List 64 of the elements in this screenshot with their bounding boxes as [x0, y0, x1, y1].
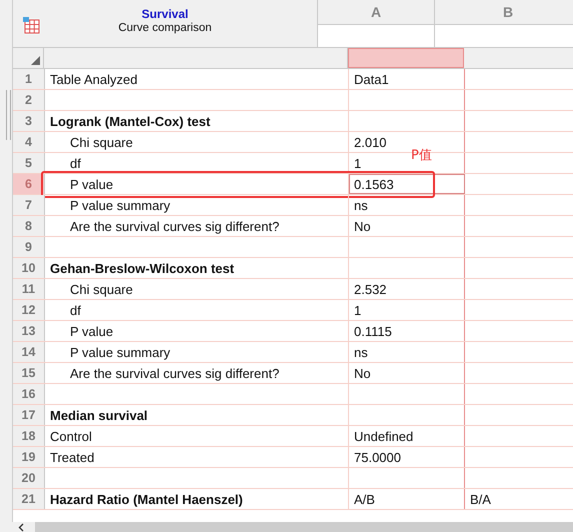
- row-number[interactable]: 2: [13, 90, 45, 110]
- table-cell: No: [354, 218, 371, 234]
- row-number[interactable]: 15: [13, 363, 45, 383]
- row-label: Are the survival curves sig different?: [70, 366, 280, 380]
- column-header[interactable]: A: [318, 0, 434, 25]
- row-number[interactable]: 10: [13, 258, 45, 278]
- row-number[interactable]: 13: [13, 321, 45, 341]
- row-label: Hazard Ratio (Mantel Haenszel): [50, 492, 243, 506]
- table-cell: 1: [354, 302, 362, 318]
- row-label: P value summary: [70, 198, 170, 212]
- table-cell: 2.532: [354, 282, 387, 296]
- table-icon: [22, 16, 40, 34]
- row-label: Chi square: [70, 134, 133, 150]
- row-number[interactable]: 19: [13, 447, 45, 467]
- row-label: P value: [70, 176, 114, 192]
- row-number[interactable]: 1: [13, 69, 45, 89]
- row-number[interactable]: 12: [13, 300, 45, 320]
- row-number[interactable]: 16: [13, 384, 45, 404]
- column-selection-cell[interactable]: [348, 48, 464, 68]
- row-label: P value summary: [70, 344, 170, 360]
- row-label: Treated: [50, 450, 94, 464]
- sheet-title: Survival: [142, 7, 188, 21]
- row-number[interactable]: 4: [13, 132, 45, 152]
- scroll-left-icon[interactable]: [18, 522, 24, 532]
- row-number[interactable]: 7: [13, 195, 45, 215]
- table-cell: ns: [354, 344, 368, 360]
- row-label: df: [70, 302, 81, 318]
- row-number[interactable]: 18: [13, 426, 45, 446]
- table-cell: 1: [354, 156, 362, 170]
- row-number[interactable]: 9: [13, 237, 45, 257]
- table-cell: ns: [354, 198, 368, 212]
- row-number[interactable]: 17: [13, 405, 45, 425]
- table-cell: 0.1115: [354, 324, 392, 338]
- table-cell: No: [354, 366, 371, 380]
- column-selection-cell[interactable]: [464, 48, 573, 68]
- table-cell: 75.0000: [354, 450, 401, 464]
- row-label: P value: [70, 324, 114, 338]
- row-label: df: [70, 156, 81, 170]
- table-cell: Undefined: [354, 428, 414, 444]
- row-label: Chi square: [70, 282, 133, 296]
- row-number[interactable]: 5: [13, 153, 45, 173]
- row-label: Are the survival curves sig different?: [70, 218, 280, 234]
- row-number[interactable]: 6: [13, 174, 45, 194]
- table-cell: Data1: [354, 72, 389, 86]
- row-number[interactable]: 11: [13, 279, 45, 299]
- row-number[interactable]: 21: [13, 489, 45, 509]
- table-cell: 2.010: [354, 134, 387, 150]
- horizontal-scrollbar[interactable]: [12, 522, 573, 532]
- row-number[interactable]: 8: [13, 216, 45, 236]
- table-cell: A/B: [354, 492, 375, 506]
- row-label: Median survival: [50, 408, 148, 422]
- sheet-subtitle: Curve comparison: [118, 22, 212, 34]
- row-label: Gehan-Breslow-Wilcoxon test: [50, 260, 234, 276]
- annotation-label: P值: [411, 147, 432, 164]
- row-label: Logrank (Mantel-Cox) test: [50, 114, 210, 128]
- row-number[interactable]: 3: [13, 111, 45, 131]
- table-cell: B/A: [470, 492, 491, 506]
- row-label: Table Analyzed: [50, 72, 138, 86]
- row-number[interactable]: 20: [13, 468, 45, 488]
- row-number[interactable]: 14: [13, 342, 45, 362]
- column-header[interactable]: B: [435, 0, 573, 25]
- row-label: Control: [50, 428, 92, 444]
- table-cell: 0.1563: [354, 176, 394, 192]
- corner-triangle-icon: [31, 56, 40, 65]
